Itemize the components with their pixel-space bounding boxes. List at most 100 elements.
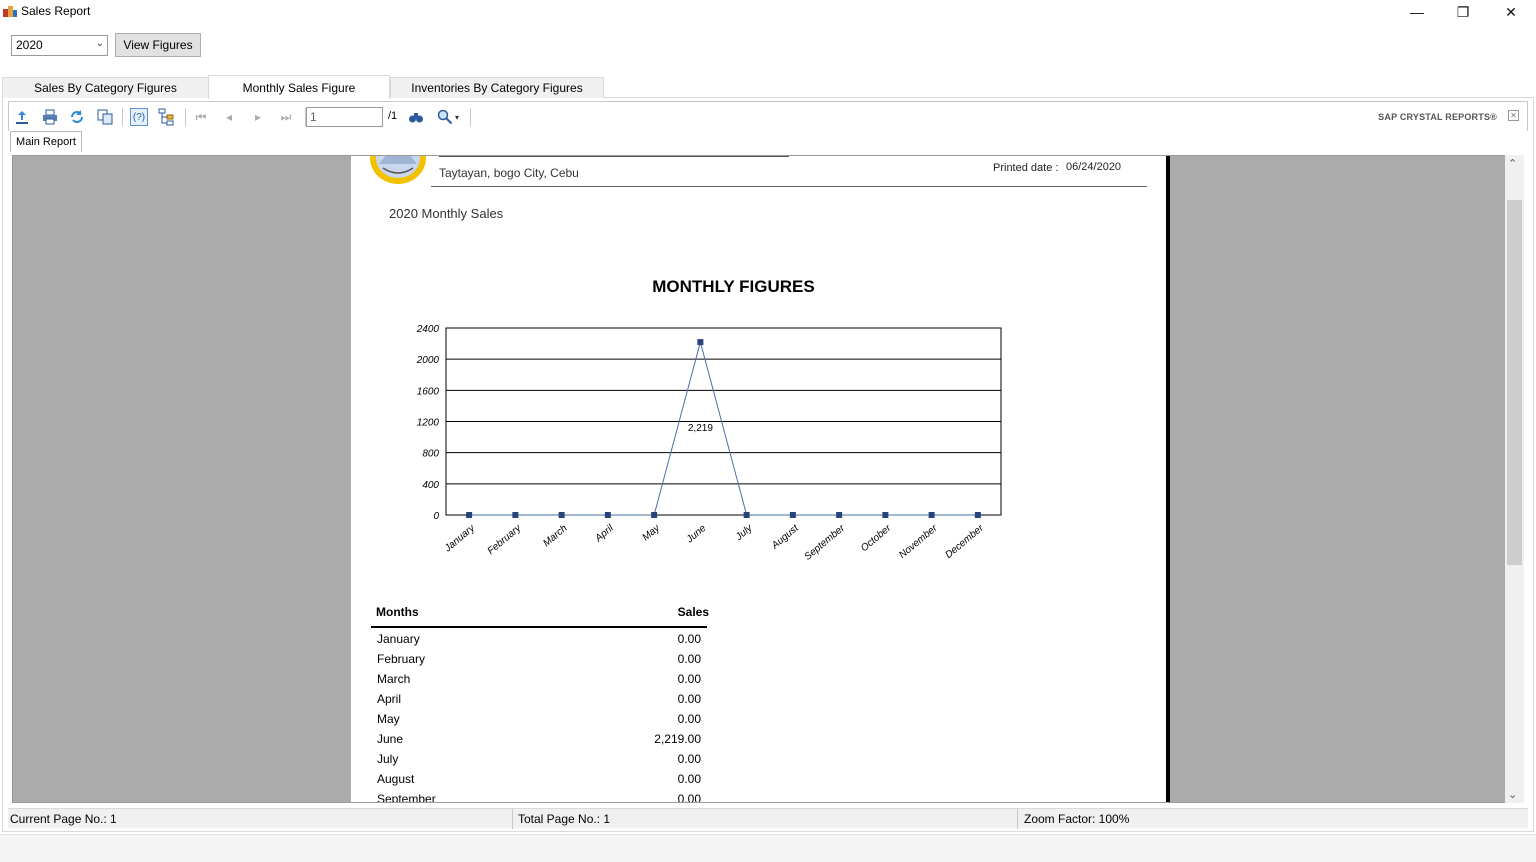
y-tick-label: 800 <box>422 449 439 460</box>
status-separator <box>512 809 513 829</box>
tab-inventories-by-category[interactable]: Inventories By Category Figures <box>390 77 604 98</box>
status-separator <box>1017 809 1018 829</box>
page-number-input[interactable]: 1 <box>306 107 383 127</box>
x-tick-label: December <box>943 522 986 561</box>
year-select[interactable]: 2020 ⌄ <box>11 35 108 56</box>
printed-date-label: Printed date : <box>993 162 1059 174</box>
zoom-factor-status: Zoom Factor: 100% <box>1024 812 1130 826</box>
x-tick-label: October <box>859 522 894 554</box>
data-point <box>604 512 611 518</box>
table-header-sales: Sales <box>677 605 709 619</box>
table-cell-sales: 0.00 <box>677 632 701 646</box>
company-logo <box>370 156 426 184</box>
table-row: May 0.00 <box>377 712 701 732</box>
app-icon <box>3 6 17 17</box>
report-page: Taytayan, bogo City, Cebu Printed date :… <box>351 156 1170 803</box>
table-row: April 0.00 <box>377 692 701 712</box>
data-point <box>882 512 889 518</box>
table-cell-month: September <box>377 792 436 803</box>
last-page-icon[interactable]: ⏭ <box>277 108 295 126</box>
chart-title: MONTHLY FIGURES <box>652 277 814 296</box>
table-row: January 0.00 <box>377 632 701 652</box>
minimize-button[interactable]: — <box>1394 0 1440 24</box>
company-name-clipped <box>439 156 789 164</box>
status-bar: Current Page No.: 1 Total Page No.: 1 Zo… <box>8 808 1528 829</box>
data-point <box>651 512 658 518</box>
main-report-tab[interactable]: Main Report <box>10 131 82 152</box>
y-tick-label: 1200 <box>417 418 440 429</box>
x-tick-label: July <box>733 522 755 543</box>
y-tick-label: 1600 <box>417 386 440 397</box>
table-cell-sales: 0.00 <box>677 772 701 786</box>
close-viewer-icon[interactable]: ✕ <box>1508 110 1519 121</box>
x-tick-label: April <box>593 522 617 544</box>
data-point <box>743 512 750 518</box>
first-page-icon[interactable]: ⏮ <box>192 108 210 126</box>
table-cell-month: August <box>377 772 415 786</box>
monthly-figures-chart: MONTHLY FIGURES 0 400 800 1200 1600 2000 2400 Ja… <box>416 277 1002 563</box>
zoom-icon[interactable]: ▾ <box>433 108 463 126</box>
table-row: February 0.00 <box>377 652 701 672</box>
y-tick-label: 2000 <box>416 355 440 366</box>
data-point <box>789 512 796 518</box>
print-icon[interactable] <box>41 108 59 126</box>
data-point <box>697 339 704 346</box>
prev-page-icon[interactable]: ◂ <box>220 108 238 126</box>
report-viewer-toolbar: (?) ⏮ ◂ ▸ ⏭ 1 /1 ▾ SAP CRYSTAL REPORTS® … <box>8 101 1528 131</box>
series-line <box>469 340 978 516</box>
title-bar: Sales Report — ❐ ✕ <box>0 0 1536 24</box>
data-point <box>974 512 981 518</box>
table-cell-sales: 0.00 <box>677 692 701 706</box>
table-cell-sales: 0.00 <box>677 652 701 666</box>
printed-date-value: 06/24/2020 <box>1066 161 1122 173</box>
copy-icon[interactable] <box>96 108 114 126</box>
tab-sales-by-category[interactable]: Sales By Category Figures <box>2 77 209 98</box>
page-total-label: /1 <box>388 110 398 122</box>
vertical-scrollbar[interactable]: ⌃ ⌄ <box>1505 155 1524 803</box>
find-icon[interactable] <box>407 108 425 126</box>
scroll-down-icon[interactable]: ⌄ <box>1508 788 1517 801</box>
table-header-rule <box>371 626 707 628</box>
current-page-status: Current Page No.: 1 <box>10 812 117 826</box>
sap-crystal-brand: SAP CRYSTAL REPORTS® <box>1378 112 1497 122</box>
x-tick-label: January <box>442 522 478 555</box>
y-tick-label: 400 <box>422 480 439 491</box>
data-point <box>512 512 519 518</box>
report-subtitle: 2020 Monthly Sales <box>389 206 504 221</box>
table-row: August 0.00 <box>377 772 701 792</box>
refresh-icon[interactable] <box>68 108 86 126</box>
tab-monthly-sales[interactable]: Monthly Sales Figure <box>208 75 390 99</box>
scroll-up-icon[interactable]: ⌃ <box>1508 157 1517 170</box>
table-cell-sales: 2,219.00 <box>654 732 701 746</box>
restore-button[interactable]: ❐ <box>1440 0 1486 24</box>
export-icon[interactable] <box>13 108 31 126</box>
help-icon[interactable]: (?) <box>130 108 148 126</box>
table-cell-month: February <box>377 652 426 666</box>
close-button[interactable]: ✕ <box>1488 0 1534 24</box>
data-point <box>836 512 843 518</box>
view-figures-button[interactable]: View Figures <box>115 33 201 57</box>
y-tick-label: 0 <box>433 511 439 522</box>
company-address: Taytayan, bogo City, Cebu <box>439 166 579 180</box>
data-label: 2,219 <box>688 423 713 434</box>
table-cell-month: May <box>377 712 400 726</box>
table-row: June 2,219.00 <box>377 732 701 752</box>
report-viewport: Taytayan, bogo City, Cebu Printed date :… <box>12 155 1524 803</box>
window-title: Sales Report <box>21 4 91 18</box>
scroll-thumb[interactable] <box>1507 200 1522 565</box>
table-row: July 0.00 <box>377 752 701 772</box>
toolbar-separator <box>185 108 186 126</box>
x-tick-label: November <box>897 522 940 561</box>
total-page-status: Total Page No.: 1 <box>518 812 611 826</box>
x-tick-label: June <box>684 523 709 546</box>
table-cell-month: March <box>377 672 411 686</box>
window-bottom-strip <box>0 834 1536 862</box>
table-cell-month: April <box>377 692 402 706</box>
header-divider <box>431 186 1147 187</box>
data-point <box>558 512 565 518</box>
close-icon: ✕ <box>1505 3 1517 20</box>
y-tick-label: 2400 <box>416 324 440 335</box>
next-page-icon[interactable]: ▸ <box>249 108 267 126</box>
group-tree-icon[interactable] <box>158 108 176 126</box>
table-cell-sales: 0.00 <box>677 752 701 766</box>
